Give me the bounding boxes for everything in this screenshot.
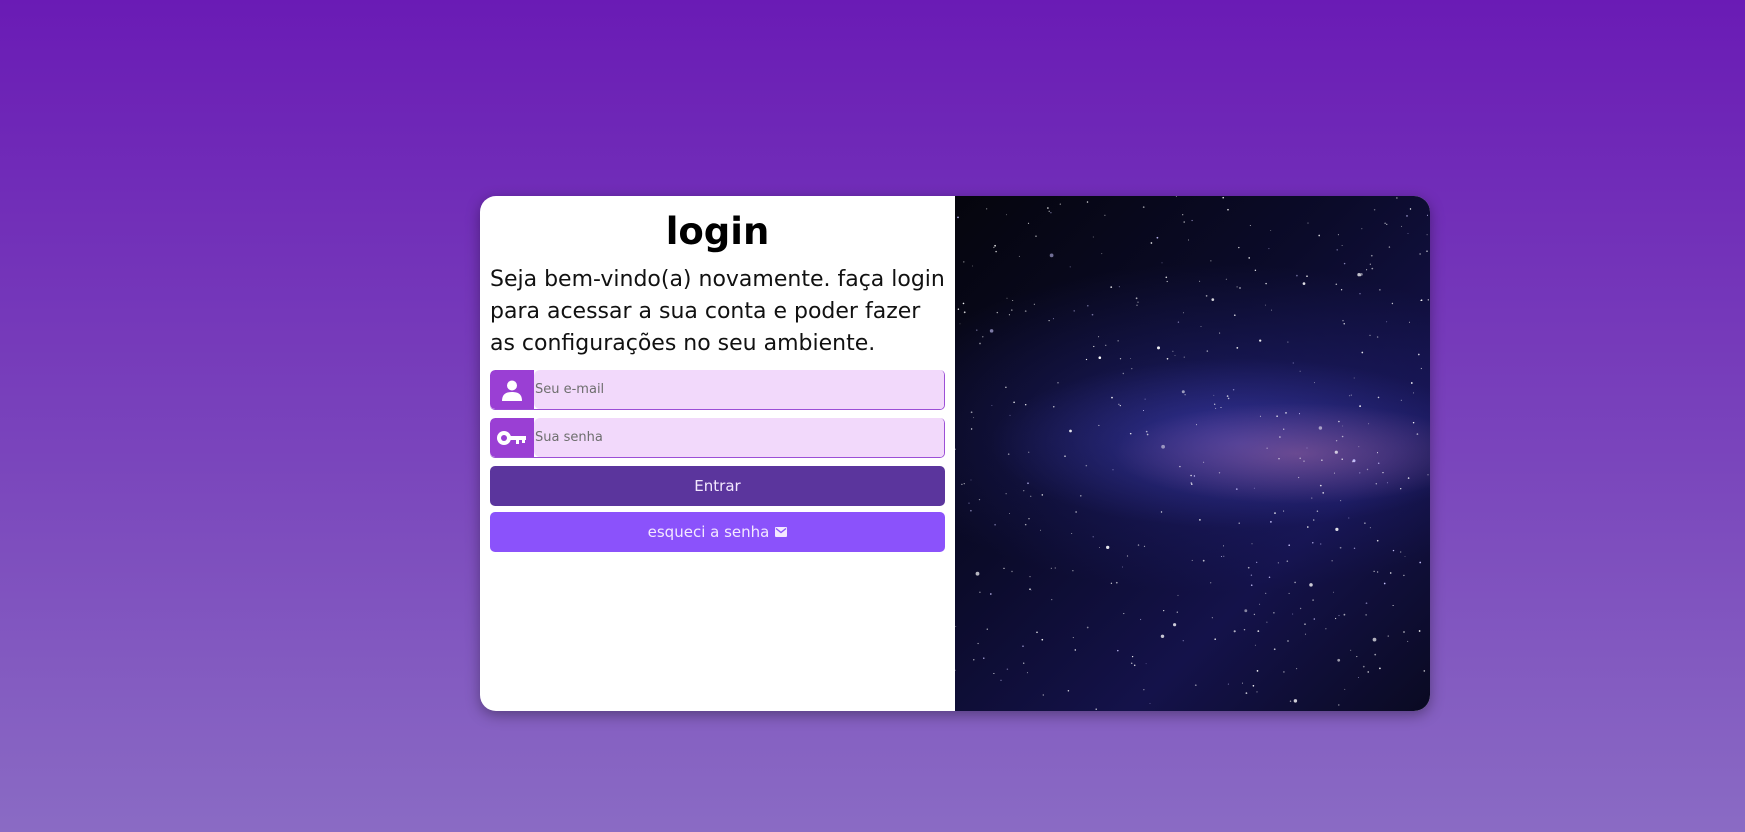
forgot-password-button[interactable]: esqueci a senha — [490, 512, 945, 552]
email-field[interactable] — [534, 370, 944, 409]
email-field-group — [490, 370, 945, 410]
login-button[interactable]: Entrar — [490, 466, 945, 506]
page-title: login — [665, 210, 770, 253]
mail-icon — [775, 527, 788, 537]
welcome-text: Seja bem-vindo(a) novamente. faça login … — [490, 267, 945, 356]
forgot-password-label: esqueci a senha — [647, 523, 770, 541]
login-panel: login Seja bem-vindo(a) novamente. faça … — [480, 196, 955, 711]
user-icon — [490, 370, 534, 409]
stars-decoration — [955, 196, 1429, 710]
login-card: login Seja bem-vindo(a) novamente. faça … — [480, 196, 1430, 711]
password-field-group — [490, 418, 945, 458]
password-field[interactable] — [534, 418, 944, 457]
key-icon — [490, 418, 534, 457]
login-button-label: Entrar — [694, 477, 741, 495]
starry-sky-image — [955, 196, 1430, 711]
